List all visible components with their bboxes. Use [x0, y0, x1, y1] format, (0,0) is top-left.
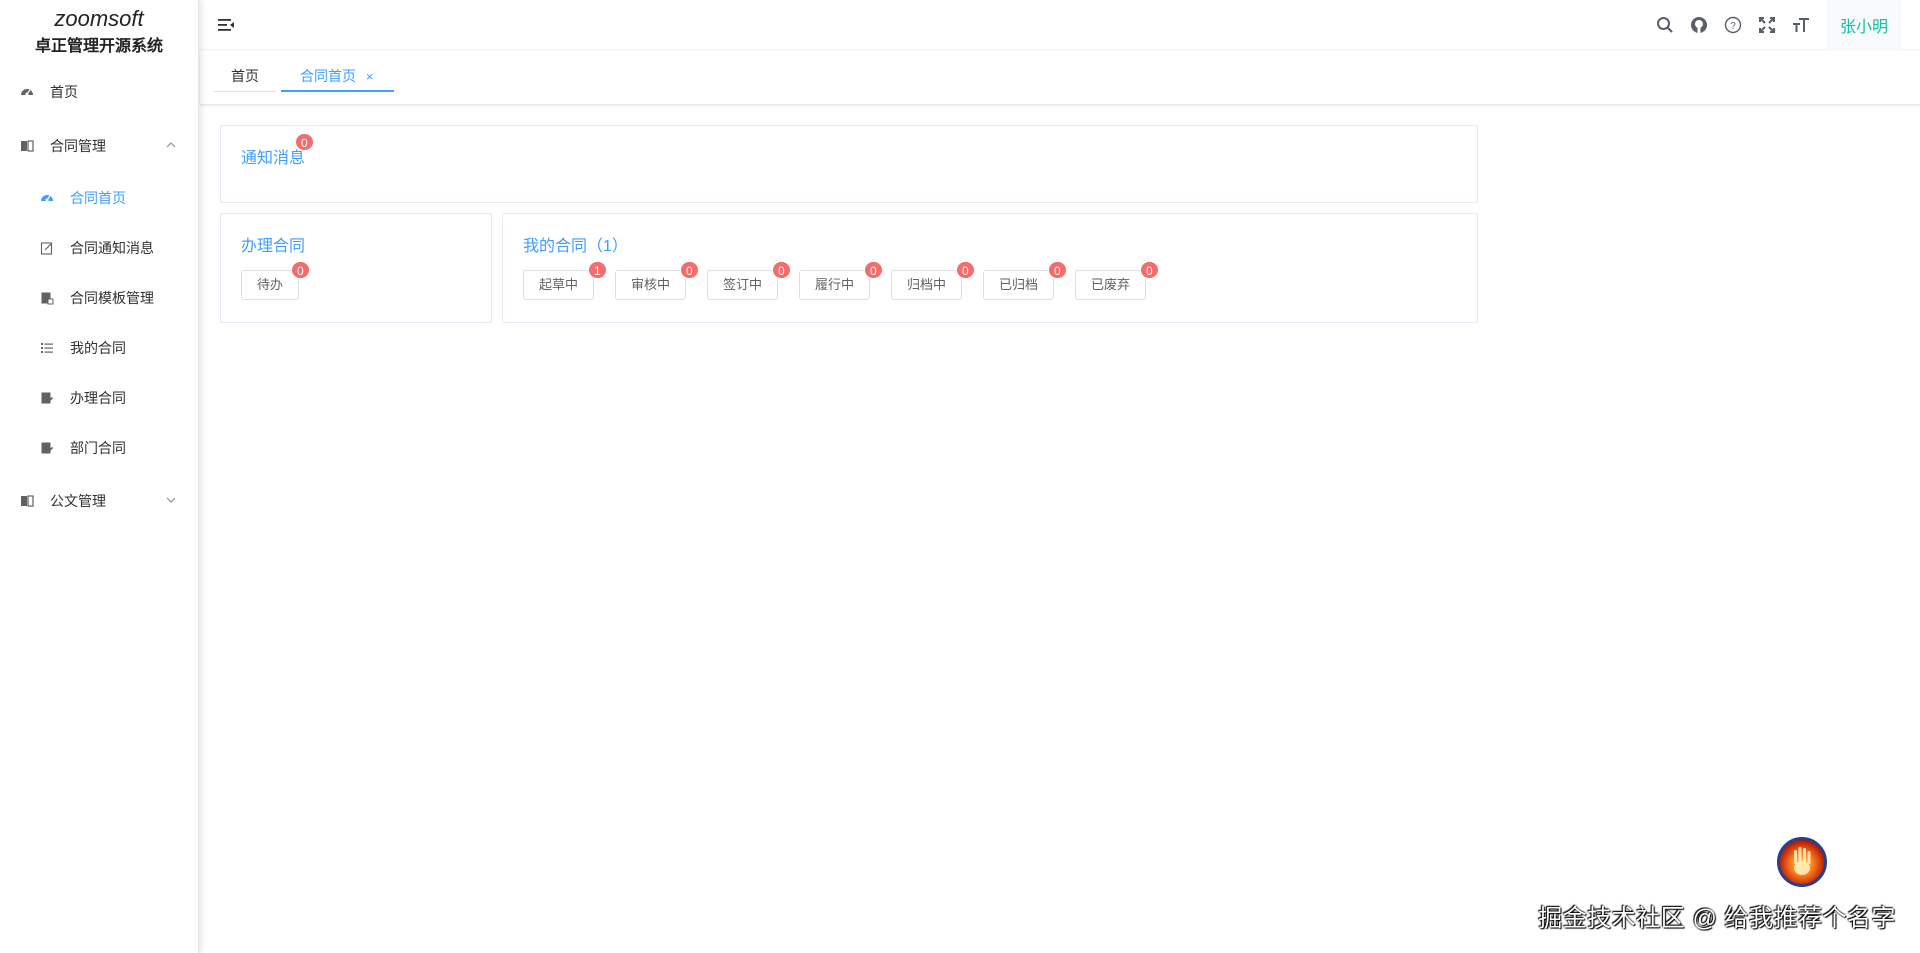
tab-home[interactable]: 首页	[214, 60, 276, 92]
handle-contract-title: 办理合同	[241, 238, 306, 255]
edit-icon	[40, 241, 54, 255]
button-label: 履行中	[815, 277, 855, 292]
tab-label: 首页	[231, 68, 259, 84]
dashboard-icon	[20, 85, 34, 99]
handle-contract-card: 办理合同 待办 0	[220, 213, 492, 323]
sidebar-item-my-contracts[interactable]: 我的合同	[0, 323, 198, 373]
status-archiving-button[interactable]: 归档中	[891, 270, 963, 300]
right-menu: ? 张小明	[1648, 0, 1902, 50]
logo-mark: zoomsoft	[54, 6, 144, 31]
sidebar-item-label: 办理合同	[70, 390, 126, 406]
sidebar-item-handle-contracts[interactable]: 办理合同	[0, 373, 198, 423]
button-label: 待办	[257, 277, 284, 292]
status-count-badge: 0	[1048, 261, 1067, 279]
notice-title[interactable]: 通知消息	[241, 144, 305, 168]
status-performing-button[interactable]: 履行中	[799, 270, 871, 300]
book-icon	[20, 494, 34, 508]
my-contract-card: 我的合同（1） 起草中 1 审核中 0 签订中 0 履行中 0 归档中 0 已归…	[502, 213, 1478, 323]
button-label: 已归档	[999, 277, 1039, 292]
document-edit-icon	[40, 391, 54, 405]
floating-avatar[interactable]	[1777, 837, 1827, 887]
sidebar: zoomsoft 卓正管理开源系统 首页 合同管理 合同首页 合同通知消息 合同…	[0, 0, 199, 953]
sidebar-item-label: 部门合同	[70, 440, 126, 456]
tags-view: 首页 合同首页 ×	[200, 51, 1920, 105]
sidebar-item-document-management[interactable]: 公文管理	[0, 476, 198, 526]
button-label: 审核中	[631, 277, 671, 292]
todo-count-badge: 0	[291, 261, 310, 279]
user-name[interactable]: 张小明	[1825, 0, 1902, 50]
status-drafting-button[interactable]: 起草中	[523, 270, 595, 300]
status-reviewing-button[interactable]: 审核中	[615, 270, 687, 300]
tab-contract-home[interactable]: 合同首页 ×	[281, 60, 394, 92]
sidebar-item-label: 我的合同	[70, 340, 126, 356]
sidebar-item-label: 合同管理	[50, 138, 106, 154]
svg-text:?: ?	[1730, 21, 1736, 32]
sidebar-item-department-contracts[interactable]: 部门合同	[0, 423, 198, 473]
sidebar-item-contract-templates[interactable]: 合同模板管理	[0, 273, 198, 323]
font-size-icon[interactable]	[1784, 0, 1818, 50]
button-label: 签订中	[723, 277, 763, 292]
my-contract-title: 我的合同（1）	[523, 238, 628, 255]
chevron-down-icon	[166, 476, 176, 526]
sidebar-item-label: 合同模板管理	[70, 290, 154, 306]
button-label: 归档中	[907, 277, 947, 292]
status-signing-button[interactable]: 签订中	[707, 270, 779, 300]
sidebar-item-contract-notices[interactable]: 合同通知消息	[0, 223, 198, 273]
status-count-badge: 0	[956, 261, 975, 279]
status-count-badge: 0	[1140, 261, 1159, 279]
template-icon	[40, 291, 54, 305]
github-icon[interactable]	[1682, 0, 1716, 50]
app-root: zoomsoft 卓正管理开源系统 首页 合同管理 合同首页 合同通知消息 合同…	[0, 0, 1920, 953]
todo-button[interactable]: 待办	[241, 270, 300, 300]
tab-label: 合同首页	[300, 68, 356, 84]
sidebar-item-home[interactable]: 首页	[0, 66, 198, 118]
button-label: 起草中	[539, 277, 579, 292]
chevron-up-icon	[166, 121, 176, 171]
search-icon[interactable]	[1648, 0, 1682, 50]
notice-count-badge: 0	[295, 133, 314, 151]
watermark: 掘金技术社区 @ 给我推荐个名字	[1538, 905, 1896, 932]
book-icon	[20, 139, 34, 153]
fullscreen-icon[interactable]	[1750, 0, 1784, 50]
notice-card: 通知消息 0	[220, 125, 1478, 203]
document-edit-icon	[40, 441, 54, 455]
dashboard-icon	[40, 191, 54, 205]
sidebar-item-label: 公文管理	[50, 493, 106, 509]
status-count-badge: 0	[680, 261, 699, 279]
sidebar-item-label: 合同通知消息	[70, 240, 154, 256]
menu-toggle-icon[interactable]	[216, 15, 236, 35]
status-archived-button[interactable]: 已归档	[983, 270, 1055, 300]
button-label: 已废弃	[1091, 277, 1131, 292]
logo[interactable]: zoomsoft 卓正管理开源系统	[0, 0, 198, 66]
list-icon	[40, 341, 54, 355]
sidebar-item-label: 首页	[50, 84, 78, 100]
status-count-badge: 0	[864, 261, 883, 279]
system-name: 卓正管理开源系统	[34, 38, 163, 55]
status-abandoned-button[interactable]: 已废弃	[1075, 270, 1147, 300]
hand-flame-icon	[1794, 847, 1811, 875]
status-count-badge: 0	[772, 261, 791, 279]
help-icon[interactable]: ?	[1716, 0, 1750, 50]
sidebar-item-contract-home[interactable]: 合同首页	[0, 173, 198, 223]
sidebar-item-label: 合同首页	[70, 190, 126, 206]
close-icon[interactable]: ×	[366, 61, 374, 93]
status-count-badge: 1	[588, 261, 607, 279]
navbar: ? 张小明	[200, 0, 1920, 50]
sidebar-item-contract-management[interactable]: 合同管理	[0, 121, 198, 171]
